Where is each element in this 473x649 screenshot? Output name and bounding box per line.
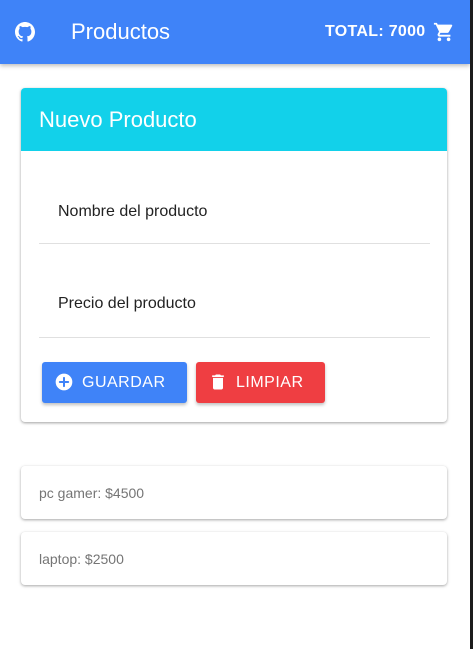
field-underline xyxy=(39,337,430,338)
clear-button-label: LIMPIAR xyxy=(236,374,304,391)
field-underline xyxy=(39,243,430,244)
github-icon[interactable] xyxy=(15,22,35,42)
product-price-label: Precio del producto xyxy=(58,295,196,312)
product-text: laptop: $2500 xyxy=(39,551,124,567)
save-button-label: GUARDAR xyxy=(82,374,166,391)
app-bar: Productos TOTAL: 7000 xyxy=(0,0,470,64)
product-list-item[interactable]: laptop: $2500 xyxy=(21,532,447,585)
trash-icon xyxy=(212,374,224,390)
plus-circle-icon xyxy=(55,373,73,391)
app-title: Productos xyxy=(71,19,171,44)
shopping-cart-icon[interactable] xyxy=(433,21,455,43)
product-name-label: Nombre del producto xyxy=(58,203,208,220)
product-name-field[interactable]: Nombre del producto xyxy=(39,188,430,244)
new-product-card: Nuevo Producto Nombre del producto Preci… xyxy=(21,88,447,422)
card-title: Nuevo Producto xyxy=(39,107,197,132)
product-price-field[interactable]: Precio del producto xyxy=(39,282,430,338)
clear-button[interactable]: LIMPIAR xyxy=(196,362,325,403)
product-list-item[interactable]: pc gamer: $4500 xyxy=(21,466,447,519)
card-header: Nuevo Producto xyxy=(21,88,447,151)
save-button[interactable]: GUARDAR xyxy=(42,362,187,403)
product-text: pc gamer: $4500 xyxy=(39,485,145,501)
cart-total: TOTAL: 7000 xyxy=(325,23,426,40)
